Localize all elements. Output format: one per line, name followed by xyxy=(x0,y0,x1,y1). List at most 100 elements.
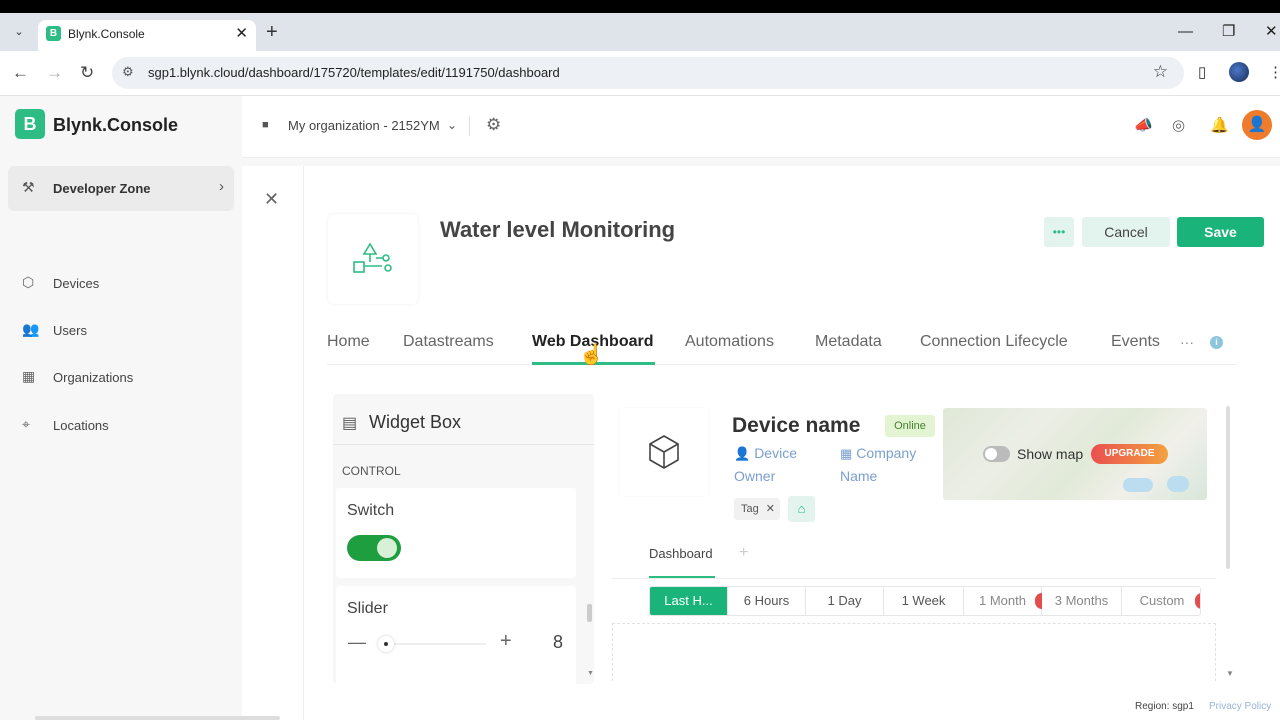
tab-strip: ⌄ B Blynk.Console ✕ + — ❐ ✕ xyxy=(0,13,1280,51)
more-options-button[interactable]: ••• xyxy=(1044,217,1074,247)
users-icon: 👥 xyxy=(22,321,40,337)
template-tabs: Home Datastreams Web Dashboard Automatio… xyxy=(327,331,1237,365)
profile-avatar-icon[interactable] xyxy=(1229,62,1249,82)
slider-track[interactable] xyxy=(386,643,486,645)
dashboard-canvas[interactable] xyxy=(612,623,1216,681)
tab-home[interactable]: Home xyxy=(327,333,370,351)
company-name[interactable]: ▦ Company Name xyxy=(840,442,916,487)
tab-close-icon[interactable]: ✕ xyxy=(235,24,248,42)
cancel-button[interactable]: Cancel xyxy=(1082,217,1170,247)
minus-icon[interactable]: — xyxy=(348,632,366,653)
notifications-bell-icon[interactable]: 🔔 xyxy=(1210,116,1229,134)
address-bar[interactable]: ⚙ sgp1.blynk.cloud/dashboard/175720/temp… xyxy=(112,57,1184,89)
tab-metadata[interactable]: Metadata xyxy=(815,333,882,351)
developer-zone-label: Developer Zone xyxy=(53,181,151,196)
new-tab-icon[interactable]: + xyxy=(266,21,278,43)
sidebar-item-organizations[interactable]: ▦ Organizations xyxy=(20,366,230,390)
sidebar-item-developer-zone[interactable]: ⚒ Developer Zone › xyxy=(8,166,234,211)
switch-toggle[interactable] xyxy=(347,535,401,561)
tab-automations[interactable]: Automations xyxy=(685,333,774,351)
owner-label-line2: Owner xyxy=(734,468,776,484)
blynk-logo-icon: B xyxy=(15,109,45,139)
tools-icon: ⚒ xyxy=(22,179,35,195)
chevron-down-icon[interactable]: ⌄ xyxy=(447,118,457,132)
tag-label: Tag xyxy=(741,503,759,515)
widget-slider[interactable]: Slider — + 8 xyxy=(336,586,576,684)
more-tabs-icon[interactable]: ··· xyxy=(1180,334,1194,350)
tab-events[interactable]: Events xyxy=(1111,333,1160,351)
tab-title: Blynk.Console xyxy=(68,27,145,41)
privacy-policy-link[interactable]: Privacy Policy xyxy=(1209,701,1271,712)
slider-handle[interactable] xyxy=(378,636,394,652)
range-1-month[interactable]: 1 Month xyxy=(964,587,1042,615)
add-tab-icon[interactable]: + xyxy=(739,544,748,562)
divider xyxy=(469,116,470,136)
upgrade-marker xyxy=(1195,593,1200,609)
organization-icon: ■ xyxy=(262,119,269,131)
back-icon[interactable]: ← xyxy=(12,62,29,84)
tab-datastreams[interactable]: Datastreams xyxy=(403,333,494,351)
sidebar-item-label: Organizations xyxy=(53,370,134,385)
plus-icon[interactable]: + xyxy=(500,630,512,653)
minimize-icon[interactable]: — xyxy=(1178,21,1193,43)
dashboard-preview: Device name Online 👤 Device Owner ▦ Compan… xyxy=(612,394,1234,684)
tab-connection-lifecycle[interactable]: Connection Lifecycle xyxy=(920,333,1068,351)
range-3-months[interactable]: 3 Months xyxy=(1042,587,1122,615)
user-avatar[interactable]: 👤 xyxy=(1242,110,1272,140)
tab-dashboard[interactable]: Dashboard xyxy=(649,546,713,561)
template-image[interactable] xyxy=(328,214,418,304)
site-info-icon[interactable]: ⚙ xyxy=(122,64,134,80)
range-custom[interactable]: Custom xyxy=(1122,587,1200,615)
sidebar-item-users[interactable]: 👥 Users xyxy=(20,319,230,343)
scroll-down-arrow-icon[interactable]: ▼ xyxy=(587,670,594,677)
divider xyxy=(303,166,304,720)
upgrade-marker xyxy=(1035,593,1042,609)
add-tag-icon[interactable]: ⌂ xyxy=(788,496,815,522)
organization-settings-icon[interactable]: ⚙ xyxy=(486,115,501,135)
show-map-toggle[interactable] xyxy=(983,446,1010,462)
organization-selector[interactable]: My organization - 2152YM xyxy=(288,118,440,133)
template-title[interactable]: Water level Monitoring xyxy=(440,217,675,243)
restore-icon[interactable]: ❐ xyxy=(1222,21,1235,43)
favicon-icon: B xyxy=(46,26,61,41)
browser-toolbar: ← → ↻ ⚙ sgp1.blynk.cloud/dashboard/17572… xyxy=(0,51,1280,96)
range-1-day[interactable]: 1 Day xyxy=(806,587,884,615)
sidebar-item-devices[interactable]: ⬡ Devices xyxy=(20,272,230,296)
widget-switch[interactable]: Switch xyxy=(336,488,576,578)
device-image[interactable] xyxy=(620,408,708,496)
horizontal-scrollbar[interactable] xyxy=(35,716,280,720)
range-last-hour[interactable]: Last H... xyxy=(650,587,728,615)
bookmark-star-icon[interactable]: ☆ xyxy=(1153,62,1168,82)
announcements-icon[interactable]: 📣 xyxy=(1134,116,1153,134)
cube-icon xyxy=(649,435,679,469)
map-thumbnail[interactable]: Show map UPGRADE xyxy=(943,408,1207,500)
browser-menu-icon[interactable]: ⋮ xyxy=(1268,63,1280,81)
window-close-icon[interactable]: ✕ xyxy=(1265,21,1278,43)
side-panel-icon[interactable]: ▯ xyxy=(1198,63,1206,81)
info-icon[interactable]: i xyxy=(1210,336,1223,349)
sidebar-item-locations[interactable]: ⌖ Locations xyxy=(20,414,230,438)
reload-icon[interactable]: ↻ xyxy=(80,62,94,84)
top-bar: ■ My organization - 2152YM ⌄ ⚙ 📣 ◎ 🔔 👤 xyxy=(242,96,1280,158)
device-owner[interactable]: 👤 Device Owner xyxy=(734,442,797,487)
region-label: Region: sgp1 xyxy=(1135,701,1194,712)
pin-icon: ⌖ xyxy=(22,416,30,432)
tag-chip[interactable]: Tag ✕ xyxy=(734,498,780,520)
browser-tab[interactable]: B Blynk.Console ✕ xyxy=(38,20,256,51)
close-icon[interactable]: ✕ xyxy=(264,189,279,210)
template-icon xyxy=(353,242,392,273)
preview-scrollbar[interactable] xyxy=(1226,406,1230,569)
forward-icon[interactable]: → xyxy=(46,62,63,84)
range-6-hours[interactable]: 6 Hours xyxy=(728,587,806,615)
save-button[interactable]: Save xyxy=(1177,217,1264,247)
map-water xyxy=(1167,476,1189,492)
blynk-app: B Blynk.Console ⚒ Developer Zone › ⬡ Dev… xyxy=(0,96,1280,720)
tag-remove-icon[interactable]: ✕ xyxy=(766,498,775,520)
range-1-week[interactable]: 1 Week xyxy=(884,587,964,615)
url-text[interactable]: sgp1.blynk.cloud/dashboard/175720/templa… xyxy=(148,65,560,80)
upgrade-badge[interactable]: UPGRADE xyxy=(1091,444,1168,464)
tab-search-chevron-icon[interactable]: ⌄ xyxy=(8,21,30,43)
widget-box-scrollbar[interactable] xyxy=(587,604,592,622)
help-icon[interactable]: ◎ xyxy=(1172,116,1185,134)
scroll-down-arrow-icon[interactable]: ▼ xyxy=(1226,669,1234,678)
